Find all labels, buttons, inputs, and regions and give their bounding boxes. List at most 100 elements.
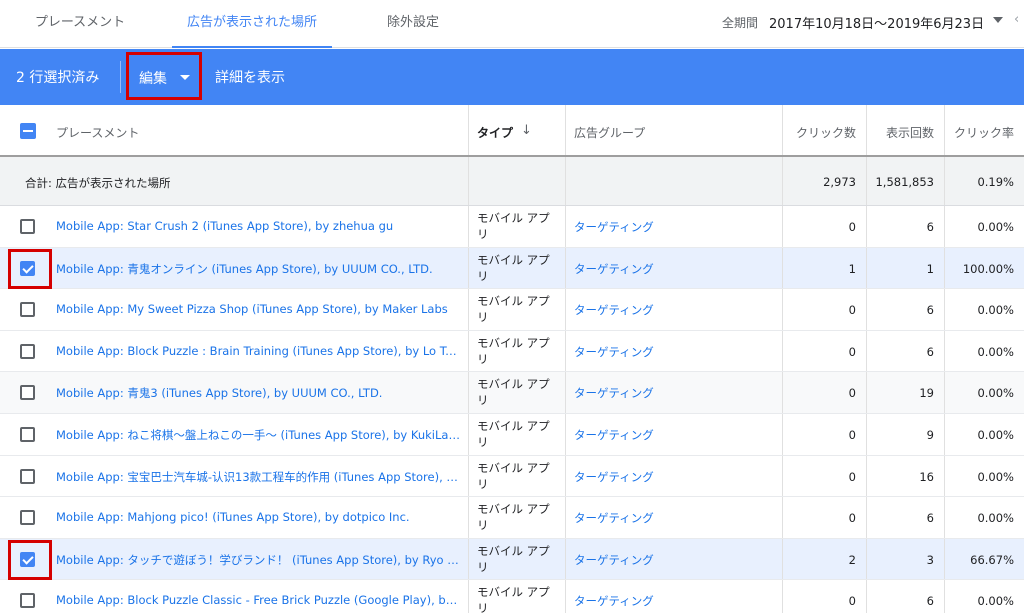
ctr-value: 0.00% — [977, 469, 1014, 484]
row-checkbox[interactable] — [20, 551, 35, 567]
table-row[interactable]: Mobile App: ねこ将棋〜盤上ねこの一手〜 (iTunes App St… — [0, 414, 1024, 456]
placement-cell: Mobile App: タッチで遊ぼう！学びランド！ (iTunes App S… — [0, 538, 469, 580]
total-impressions-cell: 1,581,853 — [867, 157, 945, 205]
table-row[interactable]: Mobile App: My Sweet Pizza Shop (iTunes … — [0, 289, 1024, 331]
type-text: モバイル アプリ — [477, 211, 550, 241]
clicks-cell: 0 — [783, 330, 867, 372]
type-text: モバイル アプリ — [477, 460, 550, 491]
divider — [120, 61, 121, 93]
header-ad-group[interactable]: 広告グループ — [566, 105, 783, 155]
chevron-left-icon[interactable]: ‹ — [1014, 12, 1019, 27]
placement-link[interactable]: Mobile App: Block Puzzle : Brain Trainin… — [56, 344, 460, 358]
impressions-cell: 16 — [867, 455, 945, 497]
impressions-value: 6 — [926, 303, 934, 318]
table-row[interactable]: Mobile App: 青鬼オンライン (iTunes App Store), … — [0, 247, 1024, 290]
table-row[interactable]: Mobile App: Block Puzzle : Brain Trainin… — [0, 330, 1024, 373]
ad-group-cell: ターゲティング — [566, 330, 783, 372]
ctr-value: 0.00% — [977, 303, 1014, 318]
clicks-cell: 0 — [783, 372, 867, 413]
placement-link[interactable]: Mobile App: 宝宝巴士汽车城-认识13款工程车的作用 (iTunes … — [56, 469, 460, 485]
show-details-button[interactable]: 詳細を表示 — [215, 67, 285, 87]
clicks-cell: 0 — [783, 414, 867, 455]
ad-group-link[interactable]: ターゲティング — [574, 385, 654, 401]
type-text: モバイル アプリ — [477, 335, 550, 366]
row-checkbox[interactable] — [20, 593, 35, 609]
tab-exclusions[interactable]: 除外設定 — [372, 0, 454, 48]
row-checkbox[interactable] — [20, 510, 35, 526]
clicks-value: 0 — [848, 469, 856, 484]
total-impressions: 1,581,853 — [875, 175, 934, 189]
header-clicks-label: クリック数 — [795, 126, 856, 140]
placement-cell: Mobile App: 宝宝巴士汽车城-认识13款工程车的作用 (iTunes … — [0, 455, 469, 497]
table-row[interactable]: Mobile App: Mahjong pico! (iTunes App St… — [0, 497, 1024, 539]
impressions-value: 6 — [926, 594, 934, 609]
placement-link[interactable]: Mobile App: My Sweet Pizza Shop (iTunes … — [56, 302, 460, 316]
placement-cell: Mobile App: Block Puzzle : Brain Trainin… — [0, 330, 469, 372]
header-ctr[interactable]: クリック率 — [945, 105, 1024, 155]
row-checkbox[interactable] — [20, 385, 35, 401]
impressions-value: 3 — [926, 552, 934, 567]
ctr-cell: 0.00% — [945, 580, 1024, 613]
placement-cell: Mobile App: ねこ将棋〜盤上ねこの一手〜 (iTunes App St… — [0, 414, 469, 455]
ad-group-link[interactable]: ターゲティング — [574, 219, 654, 235]
ctr-value: 0.00% — [977, 511, 1014, 526]
edit-dropdown-button[interactable]: 編集 — [126, 52, 202, 100]
ad-group-link[interactable]: ターゲティング — [574, 344, 654, 360]
total-label: 合計: 広告が表示された場所 — [25, 176, 171, 190]
header-type[interactable]: タイプ ↓ — [469, 105, 566, 155]
clicks-value: 0 — [848, 303, 856, 318]
table-row[interactable]: Mobile App: Block Puzzle Classic - Free … — [0, 580, 1024, 613]
ad-group-link[interactable]: ターゲティング — [574, 261, 654, 277]
row-checkbox[interactable] — [20, 219, 35, 234]
placement-link[interactable]: Mobile App: 青鬼オンライン (iTunes App Store), … — [56, 261, 460, 277]
ad-group-link[interactable]: ターゲティング — [574, 427, 654, 443]
clicks-value: 0 — [848, 511, 856, 526]
type-cell: モバイル アプリ — [469, 247, 566, 289]
caret-down-icon[interactable] — [993, 17, 1003, 23]
type-cell: モバイル アプリ — [469, 538, 566, 580]
tab-placement[interactable]: プレースメント — [22, 0, 138, 48]
total-group-cell — [566, 157, 783, 205]
impressions-cell: 6 — [867, 289, 945, 330]
ad-group-link[interactable]: ターゲティング — [574, 593, 654, 609]
row-checkbox[interactable] — [20, 427, 35, 442]
select-all-checkbox[interactable] — [20, 123, 36, 139]
impressions-cell: 6 — [867, 330, 945, 372]
table-row[interactable]: Mobile App: Star Crush 2 (iTunes App Sto… — [0, 206, 1024, 248]
impressions-cell: 19 — [867, 372, 945, 413]
row-checkbox[interactable] — [20, 302, 35, 318]
header-placement[interactable]: プレースメント — [0, 105, 469, 155]
header-impressions[interactable]: 表示回数 — [867, 105, 945, 155]
placement-link[interactable]: Mobile App: Block Puzzle Classic - Free … — [56, 593, 460, 607]
header-placement-label: プレースメント — [56, 126, 140, 140]
placement-link[interactable]: Mobile App: ねこ将棋〜盤上ねこの一手〜 (iTunes App St… — [56, 427, 460, 443]
tab-shown-placements[interactable]: 広告が表示された場所 — [172, 0, 332, 48]
placement-link[interactable]: Mobile App: Mahjong pico! (iTunes App St… — [56, 510, 460, 524]
table-row[interactable]: Mobile App: 青鬼3 (iTunes App Store), by U… — [0, 372, 1024, 414]
placement-link[interactable]: Mobile App: Star Crush 2 (iTunes App Sto… — [56, 219, 460, 233]
ad-group-link[interactable]: ターゲティング — [574, 510, 654, 526]
type-text: モバイル アプリ — [477, 294, 550, 325]
period-selector[interactable]: 2017年10月18日〜2019年6月23日 — [769, 13, 984, 32]
selection-bar: 2 行選択済み 編集 詳細を表示 — [0, 49, 1024, 105]
period-label: 全期間 — [722, 16, 759, 30]
row-checkbox[interactable] — [20, 260, 35, 276]
row-checkbox[interactable] — [20, 468, 35, 484]
header-clicks[interactable]: クリック数 — [783, 105, 867, 155]
placement-cell: Mobile App: Block Puzzle Classic - Free … — [0, 580, 469, 613]
top-tab-bar: プレースメント 広告が表示された場所 除外設定 全期間 2017年10月18日〜… — [0, 0, 1024, 48]
impressions-cell: 6 — [867, 206, 945, 247]
table-row[interactable]: Mobile App: 宝宝巴士汽车城-认识13款工程车的作用 (iTunes … — [0, 455, 1024, 498]
ad-group-link[interactable]: ターゲティング — [574, 552, 654, 568]
type-cell: モバイル アプリ — [469, 372, 566, 413]
ad-group-link[interactable]: ターゲティング — [574, 469, 654, 485]
ad-group-link[interactable]: ターゲティング — [574, 302, 654, 318]
table-row[interactable]: Mobile App: タッチで遊ぼう！学びランド！ (iTunes App S… — [0, 538, 1024, 581]
ctr-value: 0.00% — [977, 344, 1014, 359]
clicks-value: 0 — [848, 428, 856, 442]
type-text: モバイル アプリ — [477, 252, 550, 283]
placement-link[interactable]: Mobile App: タッチで遊ぼう！学びランド！ (iTunes App S… — [56, 552, 460, 568]
placement-link[interactable]: Mobile App: 青鬼3 (iTunes App Store), by U… — [56, 385, 460, 401]
row-checkbox[interactable] — [20, 343, 35, 359]
impressions-cell: 6 — [867, 580, 945, 613]
